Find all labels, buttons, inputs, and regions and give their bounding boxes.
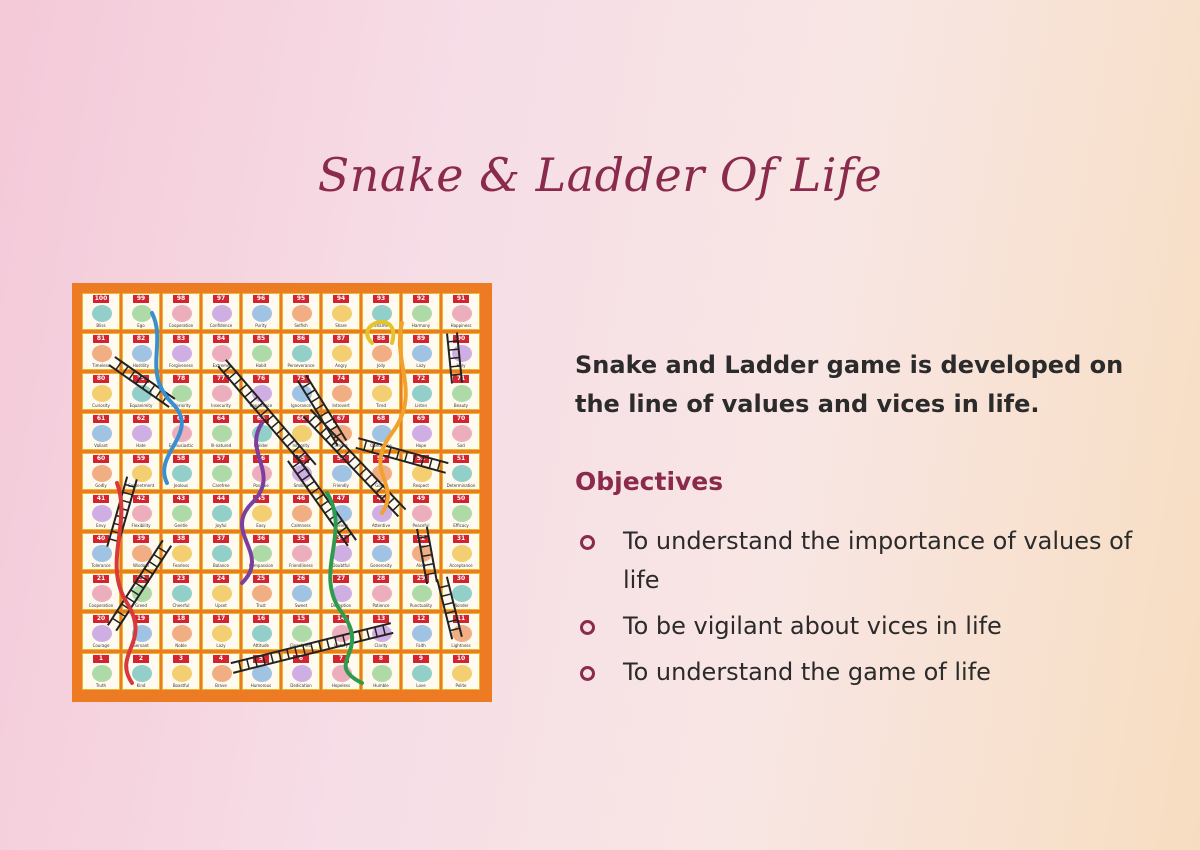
intro-text: Snake and Ladder game is developed on th… xyxy=(575,351,1124,418)
snake-ladder-board: 100 Bliss 99 Ego 98 Cooperation 97 Confidence 96… xyxy=(72,283,492,702)
objectives-heading: Objectives xyxy=(575,467,724,496)
objective-text: To understand the importance of values o… xyxy=(623,527,1133,594)
ladder-icon xyxy=(230,622,394,674)
ladder-icon xyxy=(287,454,357,547)
ladder-icon xyxy=(436,576,463,640)
ladder-icon xyxy=(416,526,438,585)
objectives-list: To understand the importance of values o… xyxy=(578,522,1138,699)
ring-bullet-icon xyxy=(580,620,595,635)
ring-bullet-icon xyxy=(580,666,595,681)
page-title: Snake & Ladder Of Life xyxy=(317,148,883,202)
objective-text: To be vigilant about vices in life xyxy=(623,612,1002,640)
objective-item: To understand the game of life xyxy=(578,653,1138,692)
snake-icon xyxy=(365,320,396,345)
ladder-icon xyxy=(217,359,317,472)
ladder-icon xyxy=(355,437,449,474)
snake-icon xyxy=(325,491,364,685)
snake-icon xyxy=(240,421,266,585)
ring-bullet-icon xyxy=(580,535,595,550)
ladder-icon xyxy=(446,332,463,384)
objective-item: To be vigilant about vices in life xyxy=(578,607,1138,646)
snake-icon xyxy=(378,321,408,515)
ladder-icon xyxy=(108,356,176,408)
ladder-icon xyxy=(302,408,407,518)
snakes-and-ladders-overlay xyxy=(106,311,463,685)
objective-item: To understand the importance of values o… xyxy=(578,522,1138,600)
objective-text: To understand the game of life xyxy=(623,658,991,686)
snake-icon xyxy=(114,481,138,685)
